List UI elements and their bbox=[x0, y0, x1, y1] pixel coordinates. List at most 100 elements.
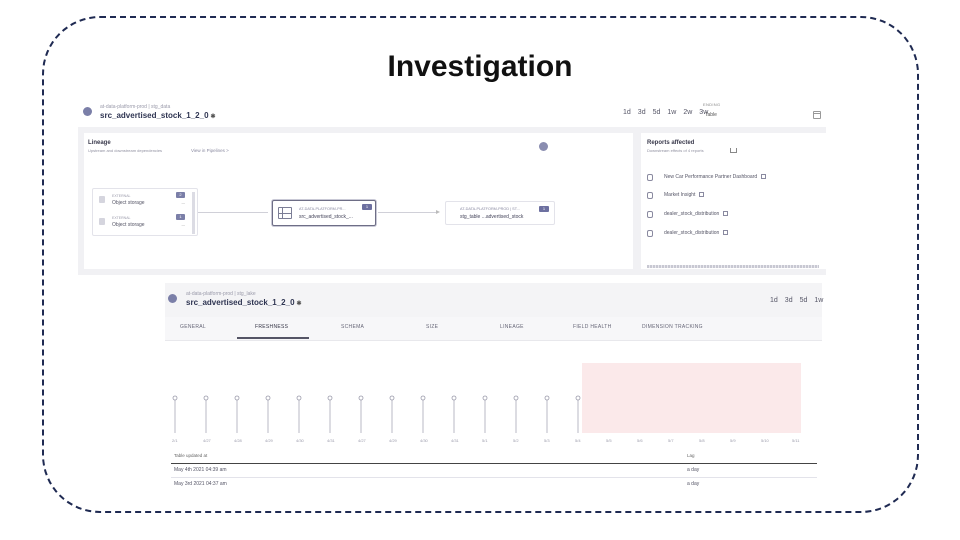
table-row[interactable]: May 4th 2021 04:39 am a day bbox=[171, 465, 817, 477]
external-node-name: Object storage bbox=[112, 200, 145, 206]
breadcrumb[interactable]: at-data-platform-prod | stg_data bbox=[100, 104, 170, 110]
freshness-event-point[interactable] bbox=[389, 395, 395, 401]
external-node-badge: 1 bbox=[176, 214, 185, 220]
tab-freshness[interactable]: FRESHNESS bbox=[255, 324, 288, 330]
download-icon[interactable] bbox=[730, 148, 737, 153]
reports-scrollbar[interactable] bbox=[647, 265, 819, 268]
tab-dimension-tracking[interactable]: DIMENSION TRACKING bbox=[642, 324, 703, 330]
freshness-event-point[interactable] bbox=[234, 395, 240, 401]
ending-label: ENDING bbox=[703, 102, 721, 107]
freshness-screenshot: at-data-platform-prod | stg_lake src_adv… bbox=[165, 283, 823, 491]
freshness-event-point[interactable] bbox=[513, 395, 519, 401]
external-link-icon bbox=[723, 211, 729, 216]
x-tick-label: 5/6 bbox=[637, 438, 643, 443]
x-tick-label: 4/31 bbox=[451, 438, 460, 443]
freshness-event-point[interactable] bbox=[265, 395, 271, 401]
edge-arrow-icon bbox=[436, 210, 440, 214]
freshness-event-point[interactable] bbox=[327, 395, 333, 401]
freshness-event-point[interactable] bbox=[451, 395, 457, 401]
asset-header: at-data-platform-prod | stg_data src_adv… bbox=[78, 97, 826, 127]
external-node[interactable]: EXTERNAL Object storage 1 — bbox=[99, 213, 195, 233]
x-tick-label: 5/1 bbox=[482, 438, 488, 443]
asset-header-2: at-data-platform-prod | stg_lake src_adv… bbox=[165, 283, 823, 317]
asset-title-text: src_advertised_stock_1_2_0 bbox=[100, 111, 209, 120]
tab-general[interactable]: GENERAL bbox=[180, 324, 206, 330]
x-tick-label: 5/11 bbox=[792, 438, 800, 443]
x-tick-label: 4/29 bbox=[389, 438, 398, 443]
table-row[interactable]: May 3rd 2021 04:37 am a day bbox=[171, 479, 817, 491]
range-2w[interactable]: 2w bbox=[683, 109, 692, 116]
reports-subtitle: Downstream effects of 4 reports bbox=[647, 148, 704, 153]
lineage-node-downstream[interactable]: AT-DATA-PLATFORM-PROD | ST... stg_table … bbox=[445, 201, 555, 225]
node-name: src_advertised_stock_... bbox=[299, 214, 353, 220]
help-icon[interactable] bbox=[539, 142, 548, 151]
report-link[interactable]: New Car Performance Partner Dashboard bbox=[647, 173, 817, 183]
x-tick-label: 5/10 bbox=[761, 438, 770, 443]
cell-lag: a day bbox=[687, 481, 700, 487]
view-in-pipelines-link[interactable]: View in Pipelines > bbox=[191, 148, 229, 153]
report-name: Market Insight bbox=[664, 192, 696, 198]
report-name: New Car Performance Partner Dashboard bbox=[664, 174, 758, 180]
asset-title: src_advertised_stock_1_2_0 ✱ bbox=[100, 111, 216, 120]
time-range-selector: 1d 3d 5d 1w 2w 3w bbox=[623, 109, 708, 116]
report-link[interactable]: dealer_stock_distribution bbox=[647, 210, 817, 220]
node-label: AT-DATA-PLATFORM-PR... bbox=[299, 207, 346, 211]
range-1d[interactable]: 1d bbox=[770, 297, 778, 304]
lineage-panel: Lineage Upstream and downstream dependen… bbox=[84, 133, 633, 269]
tab-schema[interactable]: SCHEMA bbox=[341, 324, 364, 330]
asset-avatar-icon bbox=[83, 107, 92, 116]
external-node[interactable]: EXTERNAL Object storage 2 — bbox=[99, 191, 195, 211]
tab-field-health[interactable]: FIELD HEALTH bbox=[573, 324, 612, 330]
x-tick-label: 4/29 bbox=[265, 438, 274, 443]
table-header-divider bbox=[171, 463, 817, 464]
freshness-event-point[interactable] bbox=[420, 395, 426, 401]
node-name: stg_table ...advertised_stock bbox=[460, 214, 524, 220]
freshness-event-point[interactable] bbox=[296, 395, 302, 401]
external-node-badge: 2 bbox=[176, 192, 185, 198]
external-link-icon bbox=[723, 230, 729, 235]
report-name: dealer_stock_distribution bbox=[664, 211, 720, 217]
range-1w[interactable]: 1w bbox=[667, 109, 676, 116]
lineage-edge bbox=[378, 212, 436, 213]
external-link-icon bbox=[761, 174, 767, 179]
x-tick-label: 5/8 bbox=[699, 438, 705, 443]
lineage-node-current[interactable]: AT-DATA-PLATFORM-PR... src_advertised_st… bbox=[272, 200, 376, 226]
freshness-event-point[interactable] bbox=[172, 395, 178, 401]
freshness-event-point[interactable] bbox=[482, 395, 488, 401]
x-tick-label: 4/27 bbox=[203, 438, 212, 443]
range-3d[interactable]: 3d bbox=[785, 297, 793, 304]
breadcrumb-2[interactable]: at-data-platform-prod | stg_lake bbox=[186, 291, 256, 297]
table-header-row: Table updated at Lag bbox=[171, 451, 817, 463]
range-5d[interactable]: 5d bbox=[653, 109, 661, 116]
lineage-screenshot: at-data-platform-prod | stg_data src_adv… bbox=[78, 97, 826, 275]
range-1d[interactable]: 1d bbox=[623, 109, 631, 116]
external-sources-card[interactable]: EXTERNAL Object storage 2 — EXTERNAL Obj… bbox=[92, 188, 198, 236]
x-tick-label: 5/4 bbox=[575, 438, 581, 443]
external-node-name: Object storage bbox=[112, 222, 145, 228]
report-link[interactable]: Market Insight bbox=[647, 191, 817, 201]
range-5d[interactable]: 5d bbox=[800, 297, 808, 304]
verified-icon: ✱ bbox=[210, 114, 216, 120]
lineage-edge bbox=[198, 212, 268, 213]
freshness-event-point[interactable] bbox=[358, 395, 364, 401]
lineage-title: Lineage bbox=[88, 140, 111, 146]
x-tick-label: 5/2 bbox=[513, 438, 519, 443]
x-tick-label: 5/3 bbox=[544, 438, 550, 443]
range-1w[interactable]: 1w bbox=[814, 297, 823, 304]
freshness-event-point[interactable] bbox=[575, 395, 581, 401]
cell-lag: a day bbox=[687, 467, 700, 473]
column-header-lag: Lag bbox=[687, 453, 695, 458]
verified-icon: ✱ bbox=[296, 301, 302, 307]
range-3d[interactable]: 3d bbox=[638, 109, 646, 116]
node-badge: 1 bbox=[539, 206, 549, 212]
freshness-event-point[interactable] bbox=[544, 395, 550, 401]
ending-value[interactable]: Table bbox=[705, 112, 717, 118]
calendar-icon[interactable] bbox=[813, 111, 821, 119]
freshness-event-point[interactable] bbox=[203, 395, 209, 401]
time-range-selector-2: 1d 3d 5d 1w bbox=[770, 297, 823, 304]
report-link[interactable]: dealer_stock_distribution bbox=[647, 229, 817, 239]
tab-lineage[interactable]: LINEAGE bbox=[500, 324, 524, 330]
asset-avatar-icon bbox=[168, 294, 177, 303]
report-icon bbox=[647, 192, 653, 199]
tab-size[interactable]: SIZE bbox=[426, 324, 438, 330]
